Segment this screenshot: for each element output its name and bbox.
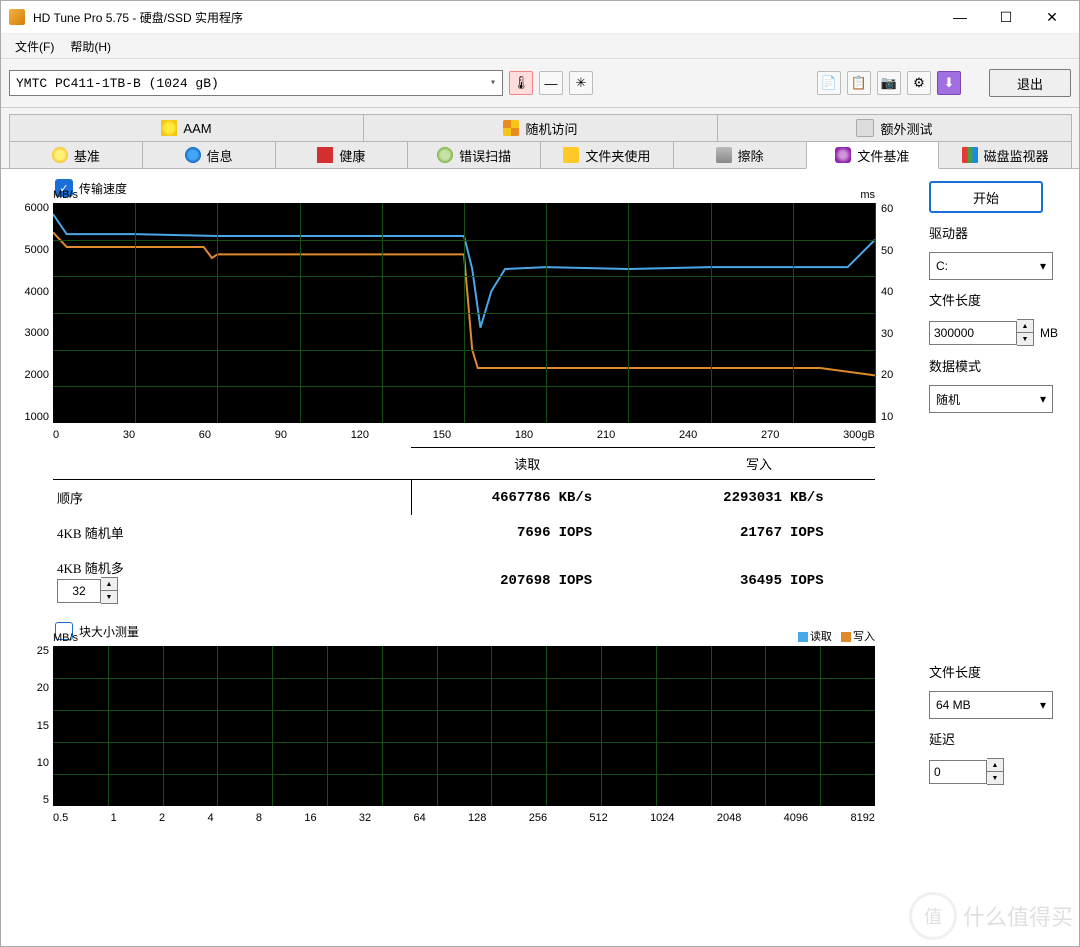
trash-icon [716,147,732,163]
tab-health[interactable]: 健康 [275,141,409,168]
blocksize-side-panel: 文件长度 64 MB▾ 延迟 ▲▼ [929,622,1069,806]
app-window: HD Tune Pro 5.75 - 硬盘/SSD 实用程序 — ☐ ✕ 文件(… [0,0,1080,947]
result-row: 4KB 随机多 ▲▼207698IOPS36495IOPS [53,550,875,612]
transfer-y-axis: 600050004000300020001000 [13,203,49,423]
block-y-axis: 252015105 [13,646,49,806]
device-combo-value: YMTC PC411-1TB-B (1024 gB) [16,76,219,91]
transfer-x-axis: 0306090120150180210240270300gB [53,429,875,441]
maximize-button[interactable]: ☐ [983,1,1029,33]
tab-error-scan[interactable]: 错误扫描 [407,141,541,168]
close-button[interactable]: ✕ [1029,1,1075,33]
tab-info[interactable]: 信息 [142,141,276,168]
results-header-write: 写入 [643,448,875,480]
transfer-chart: 600050004000300020001000 605040302010 03… [53,203,875,423]
content-area: ✓ 传输速度 MB/s ms 600050004000300020001000 … [1,168,1079,946]
save-icon[interactable]: ⬇ [937,71,961,95]
speaker-icon [161,120,177,136]
window-title: HD Tune Pro 5.75 - 硬盘/SSD 实用程序 [33,9,937,26]
drive-select[interactable]: C:▾ [929,252,1053,280]
filelen-unit: MB [1040,326,1058,340]
toolbar: YMTC PC411-1TB-B (1024 gB) ▾ 🌡 — ✳ 📄 📋 📷… [1,59,1079,108]
menu-help[interactable]: 帮助(H) [62,36,119,57]
titlebar: HD Tune Pro 5.75 - 硬盘/SSD 实用程序 — ☐ ✕ [1,1,1079,34]
block-filelen-select[interactable]: 64 MB▾ [929,691,1053,719]
results-table: 读取 写入 顺序4667786KB/s2293031KB/s4KB 随机单769… [53,447,875,612]
blocksize-chart: 252015105 0.5124816326412825651210242048… [53,646,875,806]
spin-up-icon[interactable]: ▲ [987,759,1003,772]
spin-down-icon[interactable]: ▼ [987,772,1003,784]
block-x-axis: 0.512481632641282565121024204840968192 [53,812,875,824]
device-combo[interactable]: YMTC PC411-1TB-B (1024 gB) ▾ [9,70,503,96]
minimize-button[interactable]: — [937,1,983,33]
tab-aam[interactable]: AAM [9,114,364,141]
menubar: 文件(F) 帮助(H) [1,34,1079,59]
exit-button[interactable]: 退出 [989,69,1071,97]
drive-label: 驱动器 [929,223,1069,242]
copy-text-icon[interactable]: 📄 [817,71,841,95]
queue-depth-input[interactable]: ▲▼ [57,577,407,604]
plus-icon [317,147,333,163]
tab-folder-usage[interactable]: 文件夹使用 [540,141,674,168]
block-y-axis-unit: MB/s [53,632,78,644]
blocksize-label: 块大小测量 [79,623,139,640]
tab-random-access[interactable]: 随机访问 [363,114,718,141]
tabs: AAM 随机访问 额外测试 基准 信息 健康 错误扫描 文件夹使用 擦除 文件基… [1,108,1079,168]
chevron-down-icon: ▾ [1040,698,1046,712]
start-button[interactable]: 开始 [929,181,1043,213]
menu-file[interactable]: 文件(F) [7,36,62,57]
result-row: 4KB 随机单7696IOPS21767IOPS [53,515,875,550]
spin-down-icon[interactable]: ▼ [1017,333,1033,345]
chevron-down-icon: ▾ [1040,259,1046,273]
tab-erase[interactable]: 擦除 [673,141,807,168]
transfer-y2-axis: 605040302010 [881,203,909,423]
screenshot-icon[interactable]: 📷 [877,71,901,95]
clipboard-icon [856,119,874,137]
tab-file-benchmark[interactable]: 文件基准 [806,141,940,169]
bulb-icon [835,147,851,163]
folder-icon [563,147,579,163]
y-axis-unit: MB/s [53,189,78,201]
chevron-down-icon: ▾ [490,77,496,89]
datamode-label: 数据模式 [929,356,1069,375]
thermometer-icon[interactable]: 🌡 [509,71,533,95]
info-icon [185,147,201,163]
transfer-speed-label: 传输速度 [79,180,127,197]
transfer-panel: ✓ 传输速度 MB/s ms 600050004000300020001000 … [11,179,1069,612]
copy-info-icon[interactable]: 📋 [847,71,871,95]
dice-icon [503,120,519,136]
dash-icon[interactable]: — [539,71,563,95]
chevron-down-icon: ▾ [1040,392,1046,406]
filelen-input[interactable]: ▲▼ [929,319,1034,346]
blocksize-panel: 块大小测量 MB/s 读取 写入 252015105 0.51248163264… [11,622,1069,806]
magnifier-icon [437,147,453,163]
question-icon [52,147,68,163]
filelen-label: 文件长度 [929,290,1069,309]
spark-icon[interactable]: ✳ [569,71,593,95]
datamode-select[interactable]: 随机▾ [929,385,1053,413]
app-icon [9,9,25,25]
watermark: 值 什么值得买 [909,892,1073,940]
delay-input[interactable]: ▲▼ [929,758,999,785]
tab-disk-monitor[interactable]: 磁盘监视器 [938,141,1072,168]
bars-icon [962,147,978,163]
transfer-side-panel: 开始 驱动器 C:▾ 文件长度 ▲▼ MB 数据模式 随机▾ [929,179,1069,612]
tab-extra-tests[interactable]: 额外测试 [717,114,1072,141]
block-legend: 读取 写入 [792,628,875,644]
results-header-read: 读取 [411,448,643,480]
tab-benchmark[interactable]: 基准 [9,141,143,168]
spin-up-icon[interactable]: ▲ [1017,320,1033,333]
result-row: 顺序4667786KB/s2293031KB/s [53,480,875,516]
block-filelen-label: 文件长度 [929,662,1069,681]
delay-label: 延迟 [929,729,1069,748]
y2-axis-unit: ms [860,189,875,201]
options-icon[interactable]: ⚙ [907,71,931,95]
